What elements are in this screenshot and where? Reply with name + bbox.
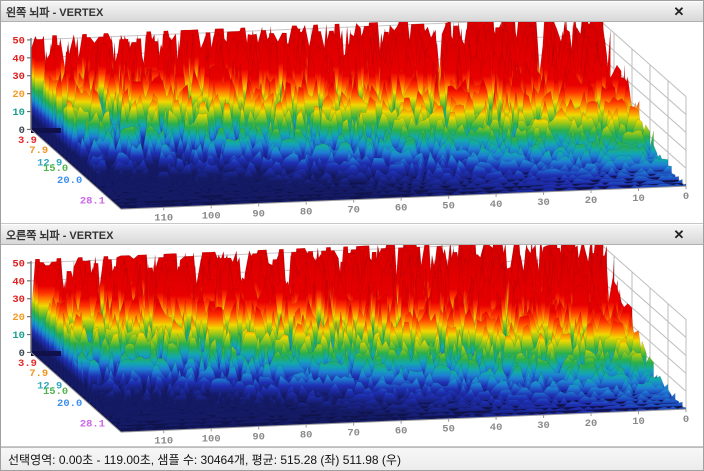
close-icon[interactable]: ✕	[669, 3, 689, 20]
svg-text:40: 40	[12, 53, 25, 65]
svg-text:10: 10	[632, 416, 645, 428]
svg-text:28.1: 28.1	[80, 418, 105, 430]
svg-text:15.0: 15.0	[43, 386, 68, 398]
svg-text:90: 90	[252, 208, 265, 220]
svg-text:30: 30	[12, 71, 25, 83]
right-eeg-panel: 오른쪽 뇌파 - VERTEX ✕ 010203040503.97.912.91…	[1, 224, 703, 447]
left-eeg-3d-chart[interactable]: 010203040503.97.912.915.020.028.11101009…	[1, 22, 703, 224]
svg-text:20.0: 20.0	[57, 175, 82, 187]
svg-text:50: 50	[442, 424, 455, 436]
svg-text:40: 40	[490, 199, 503, 211]
svg-text:60: 60	[395, 203, 408, 215]
svg-text:7.9: 7.9	[29, 145, 48, 157]
svg-text:20: 20	[12, 89, 25, 101]
svg-text:40: 40	[12, 276, 25, 288]
svg-text:70: 70	[347, 205, 360, 217]
svg-text:90: 90	[252, 431, 265, 443]
right-panel-title: 오른쪽 뇌파 - VERTEX	[6, 227, 113, 243]
left-panel-header: 왼쪽 뇌파 - VERTEX ✕	[1, 1, 703, 22]
svg-text:20: 20	[585, 418, 598, 430]
svg-text:28.1: 28.1	[80, 195, 105, 207]
svg-text:100: 100	[202, 210, 221, 222]
svg-text:30: 30	[537, 420, 550, 432]
right-panel-header: 오른쪽 뇌파 - VERTEX ✕	[1, 224, 703, 245]
svg-text:7.9: 7.9	[29, 368, 48, 380]
svg-text:0: 0	[683, 414, 689, 426]
close-icon[interactable]: ✕	[669, 226, 689, 243]
svg-text:30: 30	[537, 197, 550, 209]
svg-text:20.0: 20.0	[57, 398, 82, 410]
svg-text:10: 10	[12, 107, 25, 119]
svg-text:20: 20	[585, 195, 598, 207]
svg-text:50: 50	[12, 258, 25, 270]
status-bar: 선택영역: 0.00초 - 119.00초, 샘플 수: 30464개, 평균:…	[1, 447, 703, 470]
svg-text:80: 80	[300, 430, 313, 442]
eeg-analysis-window: 왼쪽 뇌파 - VERTEX ✕ 010203040503.97.912.915…	[0, 0, 704, 471]
left-eeg-panel: 왼쪽 뇌파 - VERTEX ✕ 010203040503.97.912.915…	[1, 1, 703, 224]
svg-text:10: 10	[12, 330, 25, 342]
svg-text:50: 50	[442, 201, 455, 213]
svg-text:110: 110	[154, 435, 173, 446]
svg-text:10: 10	[632, 193, 645, 205]
svg-text:0: 0	[683, 191, 689, 203]
svg-text:70: 70	[347, 428, 360, 440]
svg-text:15.0: 15.0	[43, 163, 68, 175]
left-panel-title: 왼쪽 뇌파 - VERTEX	[6, 4, 103, 20]
svg-text:80: 80	[300, 207, 313, 219]
svg-text:40: 40	[490, 422, 503, 434]
svg-text:30: 30	[12, 294, 25, 306]
right-eeg-3d-chart[interactable]: 010203040503.97.912.915.020.028.11101009…	[1, 245, 703, 447]
svg-text:20: 20	[12, 312, 25, 324]
svg-text:100: 100	[202, 433, 221, 445]
svg-text:60: 60	[395, 426, 408, 438]
right-eeg-3d-surface: 010203040503.97.912.915.020.028.11101009…	[1, 245, 703, 446]
selection-info: 선택영역: 0.00초 - 119.00초, 샘플 수: 30464개, 평균:…	[8, 451, 401, 468]
left-eeg-3d-surface: 010203040503.97.912.915.020.028.11101009…	[1, 22, 703, 223]
svg-text:50: 50	[12, 35, 25, 47]
svg-text:110: 110	[154, 212, 173, 223]
